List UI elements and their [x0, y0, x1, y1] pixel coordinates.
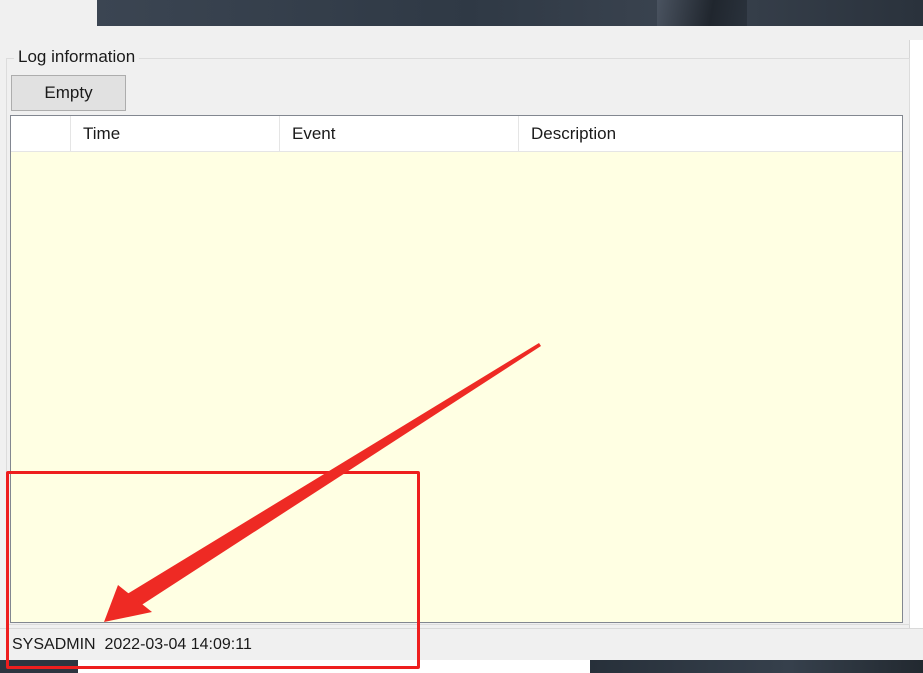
group-title: Log information	[14, 46, 140, 68]
annotation-highlight-box	[6, 471, 420, 669]
background-window-strip	[0, 0, 923, 26]
column-header-event[interactable]: Event	[280, 116, 519, 152]
background-window-image	[97, 0, 923, 26]
right-side-panel	[909, 40, 923, 630]
empty-button[interactable]: Empty	[11, 75, 126, 111]
column-header-description[interactable]: Description	[519, 116, 902, 152]
column-header-index[interactable]	[11, 116, 71, 152]
background-image-right	[590, 660, 923, 673]
table-header: Time Event Description	[11, 116, 902, 152]
column-header-time[interactable]: Time	[71, 116, 280, 152]
